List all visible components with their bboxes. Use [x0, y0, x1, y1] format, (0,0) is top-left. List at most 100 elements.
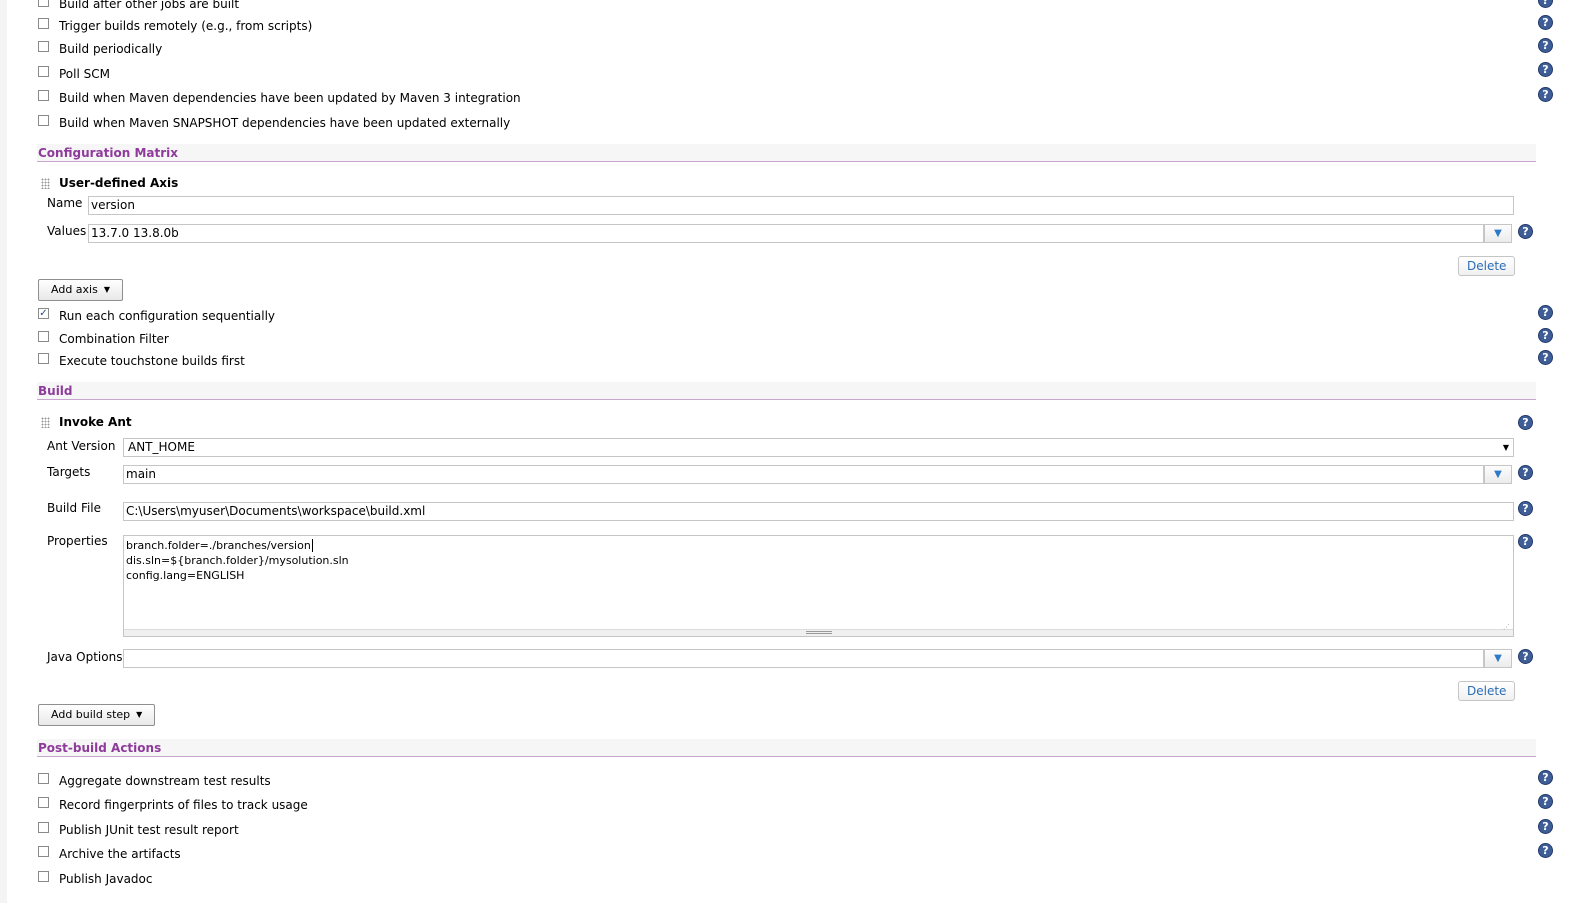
java-options-input[interactable] — [123, 649, 1484, 668]
help-icon[interactable]: ? — [1538, 794, 1553, 809]
post-record-fingerprints[interactable]: Record fingerprints of files to track us… — [38, 796, 308, 814]
drag-handle-icon[interactable] — [41, 417, 50, 428]
axis-name-label: Name — [47, 196, 83, 210]
targets-input[interactable]: main — [123, 465, 1484, 484]
properties-line: config.lang=ENGLISH — [126, 569, 245, 582]
help-icon[interactable]: ? — [1538, 62, 1553, 77]
trigger-build-after-other-jobs[interactable]: Build after other jobs are built — [38, 0, 239, 13]
help-icon[interactable]: ? — [1518, 649, 1533, 664]
checkbox-label: Build periodically — [59, 42, 163, 56]
java-options-label: Java Options — [47, 650, 123, 664]
help-icon[interactable]: ? — [1538, 819, 1553, 834]
trigger-maven-snapshot-dependencies[interactable]: Build when Maven SNAPSHOT dependencies h… — [38, 114, 510, 132]
properties-textarea[interactable]: branch.folder=./branches/version dis.sln… — [123, 535, 1514, 637]
section-post-build-actions: Post-build Actions — [37, 739, 1536, 757]
ant-version-select[interactable]: ANT_HOME ▼ — [123, 438, 1514, 457]
expand-dropdown-icon[interactable]: ▼ — [1484, 224, 1512, 243]
delete-build-step-button[interactable]: Delete — [1458, 681, 1516, 701]
resize-grip[interactable]: ⋰ — [124, 623, 1513, 636]
properties-label: Properties — [47, 534, 108, 548]
checkbox-label: Publish JUnit test result report — [59, 823, 239, 837]
checkbox-label: Archive the artifacts — [59, 847, 181, 861]
help-icon[interactable]: ? — [1538, 350, 1553, 365]
checkbox[interactable] — [38, 352, 49, 364]
checkbox[interactable] — [38, 870, 49, 882]
add-axis-label: Add axis — [51, 283, 98, 296]
checkbox-label: Build when Maven dependencies have been … — [59, 91, 521, 105]
axis-name-input[interactable]: version — [88, 196, 1514, 215]
drag-handle-icon[interactable] — [41, 178, 50, 189]
help-icon[interactable]: ? — [1538, 843, 1553, 858]
help-icon[interactable]: ? — [1538, 15, 1553, 30]
add-build-step-label: Add build step — [51, 708, 131, 721]
help-icon[interactable]: ? — [1518, 534, 1533, 549]
trigger-maven3-dependencies[interactable]: Build when Maven dependencies have been … — [38, 89, 521, 107]
checkbox-label: Build when Maven SNAPSHOT dependencies h… — [59, 116, 511, 130]
checkbox[interactable] — [38, 0, 49, 7]
axis-title: User-defined Axis — [59, 176, 179, 190]
checkbox-label: Combination Filter — [59, 332, 169, 346]
checkbox-label: Build after other jobs are built — [59, 0, 240, 11]
chevron-down-icon: ▼ — [103, 285, 110, 294]
checkbox[interactable] — [38, 845, 49, 857]
help-icon[interactable]: ? — [1538, 87, 1553, 102]
help-icon[interactable]: ? — [1518, 501, 1533, 516]
help-icon[interactable]: ? — [1518, 465, 1533, 480]
post-aggregate-test-results[interactable]: Aggregate downstream test results — [38, 772, 271, 790]
properties-line: branch.folder=./branches/version — [126, 539, 313, 552]
chevron-down-icon: ▼ — [136, 710, 143, 719]
checkbox[interactable] — [38, 821, 49, 833]
checkbox[interactable] — [38, 330, 49, 342]
section-build: Build — [37, 382, 1536, 400]
trigger-builds-remotely[interactable]: Trigger builds remotely (e.g., from scri… — [38, 17, 312, 35]
checkbox[interactable] — [38, 772, 49, 784]
delete-axis-button[interactable]: Delete — [1458, 256, 1516, 276]
checkbox-label: Poll SCM — [59, 67, 110, 81]
option-touchstone-builds[interactable]: Execute touchstone builds first — [38, 352, 245, 370]
help-icon[interactable]: ? — [1538, 0, 1553, 8]
ant-version-value: ANT_HOME — [128, 440, 195, 454]
checkbox[interactable] — [38, 65, 49, 77]
resize-corner-icon: ⋰ — [1503, 623, 1510, 631]
checkbox-checked[interactable]: ✓ — [38, 307, 49, 319]
help-icon[interactable]: ? — [1538, 770, 1553, 785]
checkbox[interactable] — [38, 17, 49, 29]
checkbox-label: Aggregate downstream test results — [59, 774, 271, 788]
checkbox-label: Record fingerprints of files to track us… — [59, 798, 308, 812]
help-icon[interactable]: ? — [1538, 38, 1553, 53]
grip-bar-icon — [805, 631, 832, 634]
help-icon[interactable]: ? — [1518, 415, 1533, 430]
add-build-step-button[interactable]: Add build step ▼ — [38, 704, 156, 726]
option-run-sequentially[interactable]: ✓ Run each configuration sequentially — [38, 307, 275, 325]
checkbox-label: Run each configuration sequentially — [59, 309, 275, 323]
help-icon[interactable]: ? — [1518, 224, 1533, 239]
trigger-build-periodically[interactable]: Build periodically — [38, 40, 162, 58]
properties-line: dis.sln=${branch.folder}/mysolution.sln — [126, 554, 349, 567]
ant-version-label: Ant Version — [47, 439, 116, 453]
checkbox[interactable] — [38, 40, 49, 52]
chevron-down-icon: ▼ — [1502, 443, 1509, 452]
add-axis-button[interactable]: Add axis ▼ — [38, 279, 123, 301]
help-icon[interactable]: ? — [1538, 328, 1553, 343]
build-file-input[interactable]: C:\Users\myuser\Documents\workspace\buil… — [123, 502, 1514, 521]
post-publish-junit[interactable]: Publish JUnit test result report — [38, 821, 239, 839]
option-combination-filter[interactable]: Combination Filter — [38, 330, 169, 348]
checkbox-label: Execute touchstone builds first — [59, 354, 245, 368]
checkbox-label: Trigger builds remotely (e.g., from scri… — [59, 19, 313, 33]
build-file-label: Build File — [47, 501, 102, 515]
left-gutter — [0, 0, 7, 903]
targets-label: Targets — [47, 465, 91, 479]
axis-values-input[interactable]: 13.7.0 13.8.0b — [88, 224, 1484, 243]
section-configuration-matrix: Configuration Matrix — [37, 144, 1536, 162]
post-publish-javadoc[interactable]: Publish Javadoc — [38, 870, 153, 888]
expand-dropdown-icon[interactable]: ▼ — [1484, 649, 1512, 668]
post-archive-artifacts[interactable]: Archive the artifacts — [38, 845, 181, 863]
help-icon[interactable]: ? — [1538, 305, 1553, 320]
checkbox-label: Publish Javadoc — [59, 872, 153, 886]
checkbox[interactable] — [38, 796, 49, 808]
checkbox[interactable] — [38, 89, 49, 101]
trigger-poll-scm[interactable]: Poll SCM — [38, 65, 110, 83]
checkbox[interactable] — [38, 114, 49, 126]
expand-dropdown-icon[interactable]: ▼ — [1484, 465, 1512, 484]
axis-values-label: Values — [47, 224, 87, 238]
